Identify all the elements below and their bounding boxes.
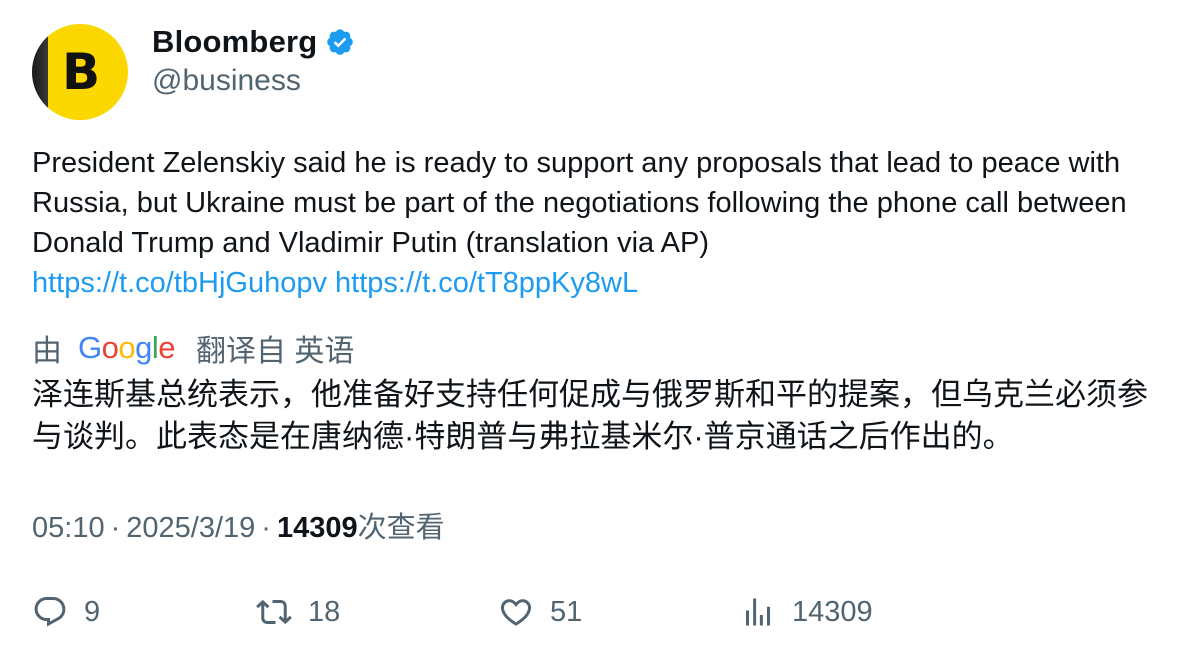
translated-text: 泽连斯基总统表示，他准备好支持任何促成与俄罗斯和平的提案，但乌克兰必须参与谈判。… [32, 377, 1148, 454]
tweet-header: B Bloomberg @business [32, 24, 355, 120]
translated-by-prefix: 由 [32, 335, 62, 368]
views-label: 次查看 [357, 512, 445, 544]
verified-badge-icon [325, 27, 355, 57]
tweet-link-1[interactable]: https://t.co/tbHjGuhopv [32, 267, 327, 299]
reply-icon [34, 597, 66, 627]
retweet-icon [256, 599, 292, 625]
tweet-body: President Zelenskiy said he is ready to … [32, 147, 1127, 259]
svg-text:Google: Google [78, 330, 175, 365]
like-button[interactable]: 51 [498, 590, 582, 634]
translated-from-language[interactable]: 翻译自 英语 [196, 326, 354, 370]
author-display-name[interactable]: Bloomberg [152, 24, 317, 60]
reply-button[interactable]: 9 [32, 590, 100, 634]
name-row: Bloomberg [152, 24, 355, 60]
avatar-logo-letter: B [62, 43, 101, 101]
heart-icon [500, 599, 532, 626]
retweet-button[interactable]: 18 [256, 590, 340, 634]
tweet-actions: 9 18 51 14309 [32, 590, 1162, 634]
views-stat-count: 14309 [792, 595, 873, 628]
tweet-text: President Zelenskiy said he is ready to … [32, 143, 1162, 303]
google-logo: Google [78, 330, 176, 365]
avatar-edge [32, 24, 48, 120]
views-icon [746, 598, 770, 626]
author-handle[interactable]: @business [152, 64, 355, 98]
author-info: Bloomberg @business [152, 24, 355, 98]
tweet-time[interactable]: 05:10 [32, 512, 105, 544]
retweet-count: 18 [308, 595, 341, 628]
like-count: 51 [550, 595, 583, 628]
reply-count: 9 [84, 595, 101, 628]
tweet-meta: 05:10 · 2025/3/19 · 14309次查看 [32, 512, 445, 544]
tweet-date[interactable]: 2025/3/19 [126, 512, 255, 544]
translated-by: 由 Google 翻译自 英语 [32, 326, 354, 370]
tweet-link-2[interactable]: https://t.co/tT8ppKy8wL [335, 267, 638, 299]
views-count: 14309 [276, 512, 358, 544]
views-button[interactable]: 14309 [740, 590, 873, 634]
avatar[interactable]: B [32, 24, 128, 120]
